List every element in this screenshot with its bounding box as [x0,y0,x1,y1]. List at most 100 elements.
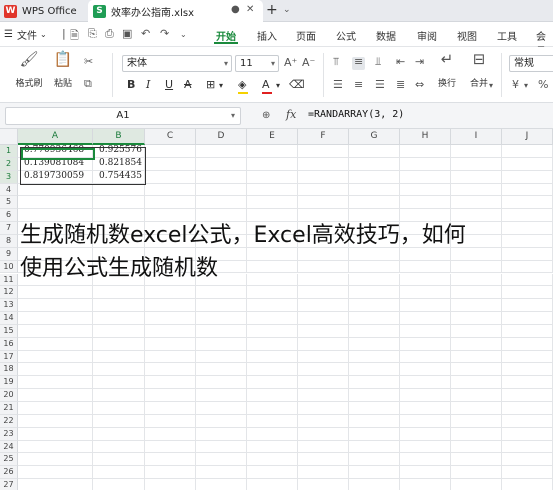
cell-c25[interactable] [145,453,196,467]
cell-h17[interactable] [400,350,451,364]
strikethrough-icon[interactable]: A [184,78,192,91]
tab-view[interactable]: 视图 [457,28,477,43]
cell-f4[interactable] [298,183,349,197]
cell-a4[interactable] [18,183,93,197]
cell-h24[interactable] [400,440,451,454]
cell-b20[interactable] [93,389,145,402]
print-icon[interactable]: ⎙ [105,27,114,41]
cell-i21[interactable] [451,402,502,415]
cell-b1[interactable]: 0.925576 [93,145,145,158]
cell-g26[interactable] [349,466,400,480]
row-header-7[interactable]: 7 [0,222,18,235]
cell-e2[interactable] [247,157,298,171]
row-header-5[interactable]: 5 [0,196,18,210]
cell-a13[interactable] [18,299,93,313]
cell-j15[interactable] [502,324,553,338]
row-header-20[interactable]: 20 [0,389,18,402]
cell-b15[interactable] [93,324,145,338]
row-header-6[interactable]: 6 [0,209,18,223]
row-header-3[interactable]: 3 [0,170,18,184]
cell-e27[interactable] [247,479,298,490]
cell-h12[interactable] [400,286,451,300]
cell-h4[interactable] [400,183,451,197]
cell-e16[interactable] [247,337,298,351]
cell-h3[interactable] [400,170,451,184]
column-header-b[interactable]: B [93,129,145,145]
redo-icon[interactable]: ↷ [160,27,169,40]
close-tab-icon[interactable]: ✕ [246,4,254,15]
formula-input[interactable]: =RANDARRAY(3, 2) [308,109,404,120]
cell-d18[interactable] [196,363,247,377]
cell-a22[interactable] [18,414,93,428]
cell-j26[interactable] [502,466,553,480]
cell-d3[interactable] [196,170,247,184]
align-left-icon[interactable]: ☰ [333,78,343,91]
column-header-i[interactable]: I [451,129,502,145]
cell-b26[interactable] [93,466,145,480]
cell-i14[interactable] [451,312,502,325]
row-header-21[interactable]: 21 [0,402,18,415]
cell-f12[interactable] [298,286,349,300]
tab-review[interactable]: 审阅 [417,28,437,43]
decrease-font-icon[interactable]: A⁻ [302,56,315,69]
cell-g5[interactable] [349,196,400,210]
cell-c27[interactable] [145,479,196,490]
tab-document[interactable]: S 效率办公指南.xlsx ● ✕ [88,0,263,22]
cell-g20[interactable] [349,389,400,402]
cell-h15[interactable] [400,324,451,338]
distribute-icon[interactable]: ⇔ [415,78,424,91]
cell-c2[interactable] [145,157,196,171]
copy-icon[interactable]: ⧉ [84,77,92,91]
cell-i2[interactable] [451,157,502,171]
cell-g4[interactable] [349,183,400,197]
chevron-down-icon[interactable]: ▾ [524,81,528,90]
cell-b27[interactable] [93,479,145,490]
cell-e14[interactable] [247,312,298,325]
cell-f15[interactable] [298,324,349,338]
cell-j17[interactable] [502,350,553,364]
cell-d19[interactable] [196,376,247,390]
cell-h27[interactable] [400,479,451,490]
cell-e23[interactable] [247,427,298,441]
column-header-c[interactable]: C [145,129,196,145]
cell-b18[interactable] [93,363,145,377]
cell-i18[interactable] [451,363,502,377]
cell-e3[interactable] [247,170,298,184]
cell-b5[interactable] [93,196,145,210]
cell-d5[interactable] [196,196,247,210]
cell-c17[interactable] [145,350,196,364]
tab-data[interactable]: 数据 [376,28,396,43]
cell-f27[interactable] [298,479,349,490]
cell-c20[interactable] [145,389,196,402]
cell-b17[interactable] [93,350,145,364]
cell-a24[interactable] [18,440,93,454]
cell-a20[interactable] [18,389,93,402]
row-header-19[interactable]: 19 [0,376,18,390]
cell-a3[interactable]: 0.819730059 [18,170,93,184]
cell-g12[interactable] [349,286,400,300]
cell-c1[interactable] [145,145,196,158]
row-header-4[interactable]: 4 [0,183,18,197]
undo-icon[interactable]: ↶ [141,27,150,40]
new-tab-icon[interactable]: + [266,2,278,18]
cell-e24[interactable] [247,440,298,454]
cell-i19[interactable] [451,376,502,390]
cell-b23[interactable] [93,427,145,441]
cell-f16[interactable] [298,337,349,351]
cell-j18[interactable] [502,363,553,377]
cell-h18[interactable] [400,363,451,377]
chevron-down-icon[interactable]: ▾ [219,81,223,90]
cell-h20[interactable] [400,389,451,402]
cell-i17[interactable] [451,350,502,364]
cell-f26[interactable] [298,466,349,480]
percent-icon[interactable]: % [538,78,548,91]
cell-g13[interactable] [349,299,400,313]
cell-c24[interactable] [145,440,196,454]
cell-i23[interactable] [451,427,502,441]
cell-b2[interactable]: 0.821854 [93,157,145,171]
align-center-icon[interactable]: ≡ [354,78,363,91]
cell-c3[interactable] [145,170,196,184]
cell-f20[interactable] [298,389,349,402]
cell-b13[interactable] [93,299,145,313]
number-format-select[interactable]: 常规 [509,55,553,72]
